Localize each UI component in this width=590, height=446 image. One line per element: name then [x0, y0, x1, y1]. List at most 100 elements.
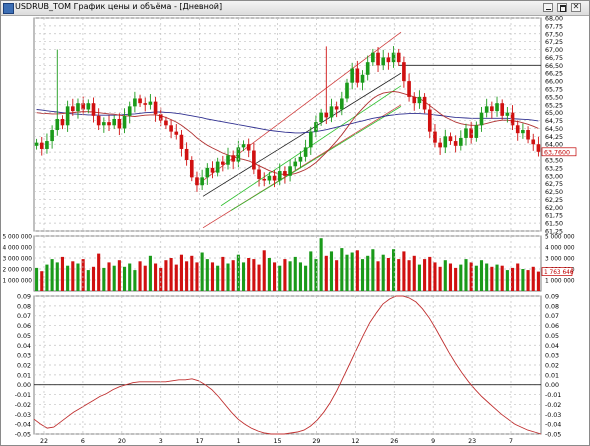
candle-body: [340, 98, 344, 110]
volume-bar: [324, 255, 328, 291]
volume-bar: [309, 251, 313, 291]
candle-body: [495, 103, 499, 112]
close-button[interactable]: ✕: [571, 2, 581, 12]
candle-body: [371, 52, 375, 63]
volume-bar: [329, 251, 334, 291]
volume-bar: [169, 258, 173, 291]
volume-bar: [345, 254, 349, 291]
volume-bar: [495, 264, 499, 291]
price-tick-label: 61,75: [545, 213, 563, 220]
candle-body: [376, 52, 380, 66]
volume-bar: [360, 259, 365, 291]
candle-body: [329, 106, 334, 118]
candle-body: [231, 155, 235, 162]
price-tick-label: 64,25: [545, 134, 563, 141]
candle-body: [246, 144, 251, 151]
volume-bar: [122, 266, 127, 291]
maximize-button[interactable]: [557, 3, 567, 12]
volume-bar: [86, 270, 90, 291]
price-tick-label: 62,00: [545, 205, 563, 212]
volume-bar: [490, 266, 494, 291]
price-tick-label: 64,75: [545, 118, 563, 125]
candle-body: [319, 112, 323, 123]
candle-body: [345, 82, 349, 99]
x-tick-label: 7: [509, 438, 513, 445]
candle-body: [60, 118, 65, 126]
volume-bar: [500, 265, 504, 291]
chart-app-icon: [3, 3, 14, 14]
volume-bar: [133, 270, 137, 291]
candle-body: [91, 103, 96, 116]
volume-bar: [71, 261, 75, 291]
volume-bar: [117, 260, 121, 291]
price-tick-label: 61,50: [545, 221, 563, 228]
volume-tick-label-left: 3 000 000: [2, 257, 32, 263]
minimize-button[interactable]: [543, 3, 553, 12]
volume-bar: [350, 252, 354, 291]
x-tick-label: 26: [390, 438, 398, 445]
price-tick-label: 67,50: [545, 31, 563, 38]
oscillator-tick-label-right: -0.04: [545, 422, 561, 429]
chart-canvas: 68,0067,7567,5067,2567,0066,7566,5066,25…: [2, 16, 577, 445]
volume-bar: [273, 262, 277, 291]
volume-bar: [417, 264, 421, 291]
volume-bar: [221, 256, 225, 291]
price-tick-label: 66,00: [545, 79, 563, 86]
price-tick-label: 65,75: [545, 87, 563, 94]
volume-bar: [335, 260, 339, 291]
candle-body: [112, 118, 116, 126]
volume-tick-label-left: 2 000 000: [2, 268, 32, 274]
candle-body: [396, 52, 401, 63]
volume-bar: [174, 264, 178, 291]
candle-body: [360, 74, 365, 83]
candle-body: [195, 177, 199, 186]
volume-bar: [314, 259, 318, 291]
volume-tick-label-left: 1 000 000: [2, 279, 32, 285]
minimize-icon: [546, 9, 551, 10]
candle-body: [205, 167, 210, 178]
candle-body: [308, 131, 313, 148]
volume-bar: [412, 255, 416, 291]
candle-body: [464, 128, 468, 138]
price-tick-label: 66,50: [545, 63, 563, 70]
oscillator-tick-label-right: 0.08: [545, 303, 559, 310]
volume-bar: [407, 260, 411, 291]
volume-bar: [288, 261, 292, 291]
volume-bar: [179, 254, 183, 291]
price-tick-label: 65,50: [545, 94, 563, 101]
candle-body: [531, 139, 536, 145]
candle-body: [459, 137, 463, 146]
candle-body: [215, 161, 220, 173]
volume-bar: [262, 250, 266, 291]
volume-bar: [448, 263, 453, 291]
price-tick-label: 67,25: [545, 39, 563, 46]
candle-body: [96, 115, 101, 126]
candle-body: [133, 98, 137, 107]
candle-body: [169, 125, 173, 132]
candle-body: [143, 103, 148, 105]
title-bar[interactable]: USDRUB_TOM График цены и объёма - [Дневн…: [1, 1, 589, 16]
oscillator-tick-label-right: 0.02: [545, 363, 559, 370]
volume-tick-label-right: 3 000 000: [545, 257, 575, 263]
candle-body: [417, 96, 422, 104]
oscillator-tick-label-right: 0.04: [545, 343, 559, 350]
volume-bar: [164, 260, 168, 291]
x-tick-label: 1: [237, 438, 241, 445]
volume-bar: [298, 262, 302, 291]
oscillator-tick-label-left: -0.01: [15, 392, 31, 399]
candle-body: [407, 81, 411, 97]
candle-body: [148, 101, 153, 105]
oscillator-tick-label-right: -0.02: [545, 402, 561, 409]
volume-bar: [510, 267, 515, 291]
volume-bar: [190, 255, 194, 291]
candle-body: [50, 130, 54, 142]
volume-bar: [376, 261, 380, 291]
candle-body: [272, 175, 277, 181]
oscillator-tick-label-right: 0.06: [545, 323, 559, 330]
candle-body: [262, 178, 267, 181]
oscillator-tick-label-left: -0.04: [15, 422, 31, 429]
x-tick-label: 22: [40, 438, 48, 445]
volume-bar: [526, 270, 530, 291]
volume-bar: [397, 259, 401, 291]
chart-window: USDRUB_TOM График цены и объёма - [Дневн…: [0, 0, 590, 446]
